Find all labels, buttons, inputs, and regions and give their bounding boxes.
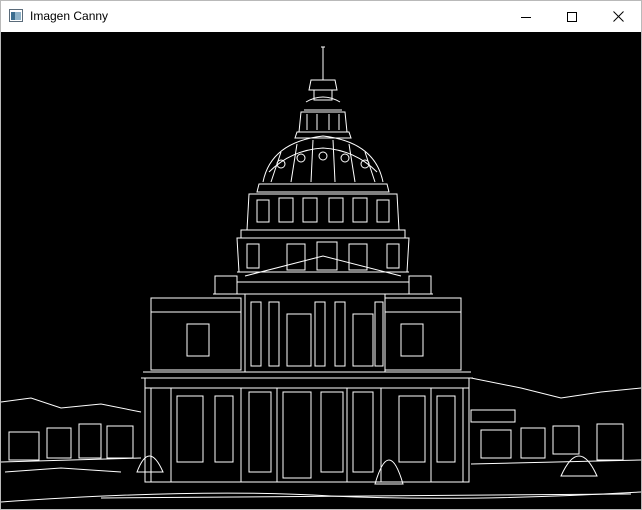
canny-edge-image [1, 32, 641, 509]
close-button[interactable] [595, 1, 641, 32]
hedges [136, 455, 598, 485]
maximize-button[interactable] [549, 1, 595, 32]
app-window-icon [9, 9, 23, 22]
ground-edges [1, 491, 641, 503]
drum [236, 193, 410, 273]
app-window: Imagen Canny [0, 0, 642, 510]
lower-facade [144, 377, 470, 483]
dome [256, 135, 390, 193]
window-title: Imagen Canny [30, 9, 109, 23]
minimize-button[interactable] [503, 1, 549, 32]
minimize-icon [521, 16, 531, 18]
side-buildings-left [1, 397, 142, 473]
close-icon [612, 11, 624, 22]
dome-spire [304, 46, 342, 111]
lantern [294, 111, 352, 139]
title-bar[interactable]: Imagen Canny [1, 1, 641, 32]
side-buildings-right [470, 377, 641, 465]
upper-facade [141, 293, 473, 379]
maximize-icon [567, 11, 577, 22]
pediment [213, 255, 433, 295]
